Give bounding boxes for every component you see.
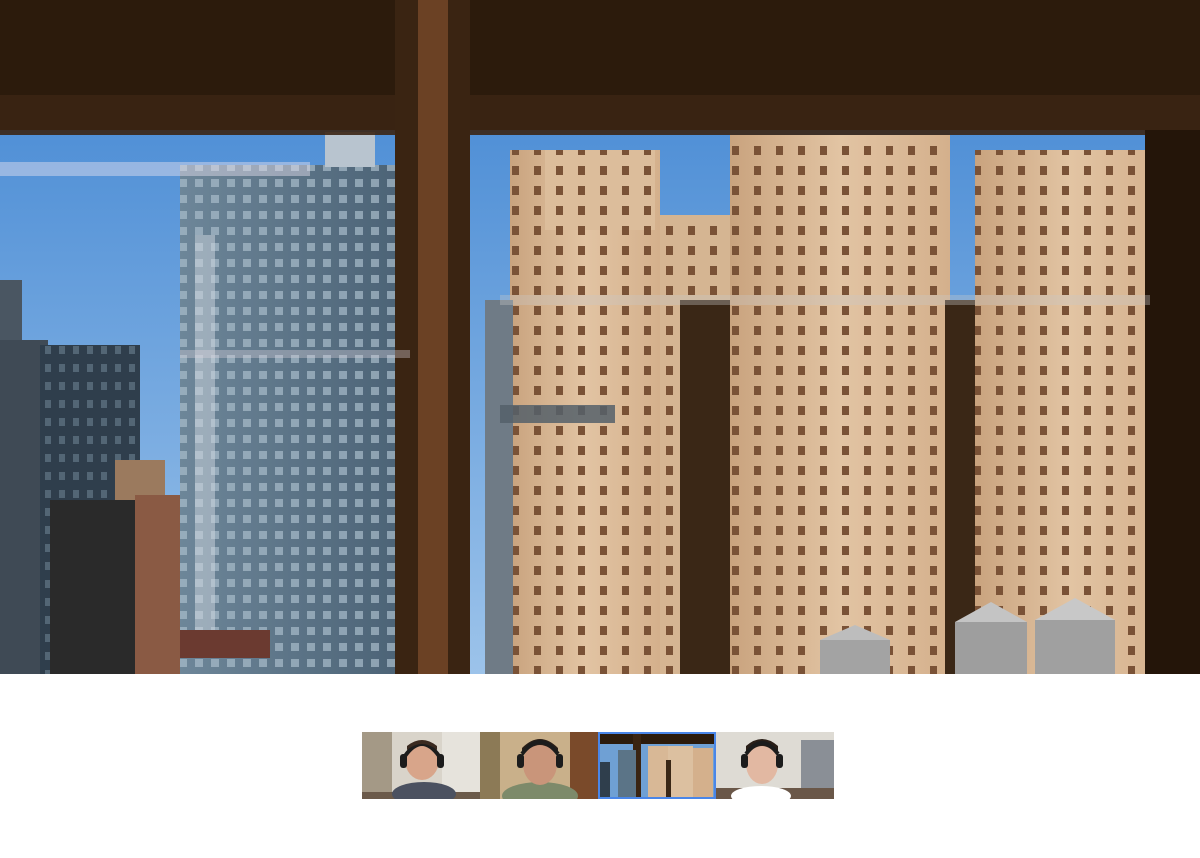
participant-thumbnail-3-active[interactable] — [598, 732, 716, 799]
participant-video-1 — [362, 732, 480, 799]
skyline-scene — [0, 0, 1200, 674]
participant-thumbnail-2[interactable] — [480, 732, 598, 799]
participant-video-3 — [598, 732, 716, 799]
participant-video-2 — [480, 732, 598, 799]
participant-filmstrip — [362, 732, 836, 799]
main-video-feed[interactable] — [0, 0, 1200, 674]
participant-video-4 — [716, 732, 834, 799]
participant-thumbnail-1[interactable] — [362, 732, 480, 799]
participant-thumbnail-4[interactable] — [716, 732, 834, 799]
